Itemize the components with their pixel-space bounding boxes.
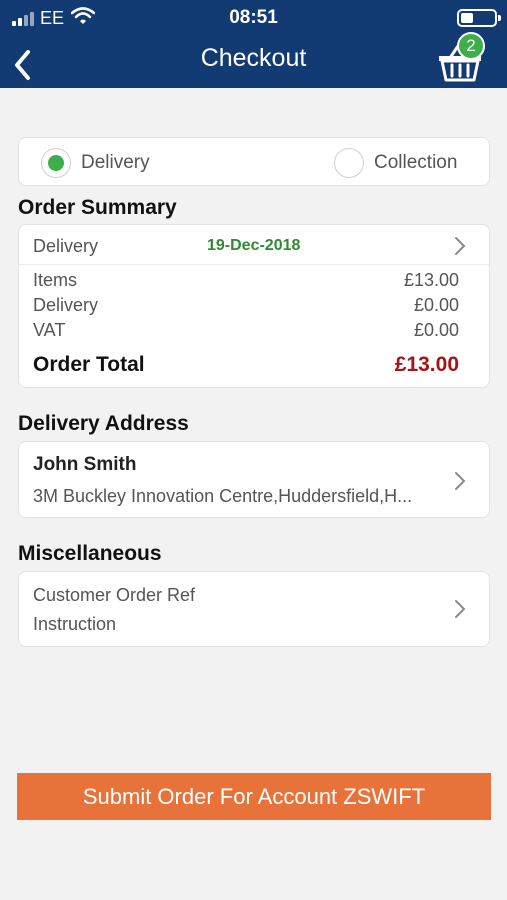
miscellaneous-heading: Miscellaneous [18,542,162,565]
delivery-radio-label[interactable]: Delivery [81,152,150,174]
delivery-date-row[interactable]: Delivery 19-Dec-2018 [19,225,489,265]
status-time: 08:51 [229,7,278,28]
fulfilment-selector: Delivery Collection [18,137,490,186]
chevron-right-icon [455,237,466,255]
order-summary-card: Delivery 19-Dec-2018 Items £13.00 Delive… [18,224,490,388]
delivery-address-card[interactable]: John Smith 3M Buckley Innovation Centre,… [18,441,490,518]
cart-count-badge: 2 [457,32,485,60]
items-label: Items [33,270,78,290]
page-title: Checkout [200,44,307,72]
submit-order-button[interactable]: Submit Order For Account ZSWIFT [17,773,491,820]
address-line: 3M Buckley Innovation Centre,Huddersfiel… [33,486,413,506]
delivery-date-value: 19-Dec-2018 [207,237,301,254]
order-summary-heading: Order Summary [18,196,177,219]
chevron-right-icon [455,472,466,490]
customer-order-ref-label: Customer Order Ref [33,585,196,605]
vat-value: £0.00 [413,320,459,340]
status-bar: EE 08:51 [0,0,507,36]
items-value: £13.00 [403,270,459,290]
instruction-label: Instruction [33,614,117,634]
navigation-bar: EE 08:51 Checkout 2 [0,0,507,88]
address-name: John Smith [33,454,137,475]
collection-radio[interactable] [334,148,364,178]
delivery-charge-value: £0.00 [413,295,459,315]
delivery-charge-label: Delivery [33,295,99,315]
delivery-radio[interactable] [41,148,71,178]
miscellaneous-card[interactable]: Customer Order Ref Instruction [18,571,490,647]
vat-label: VAT [33,320,66,340]
chevron-right-icon [455,600,466,618]
battery-icon [457,9,501,27]
delivery-address-heading: Delivery Address [18,412,189,435]
order-total-label: Order Total [33,353,145,376]
delivery-date-label: Delivery [33,236,99,256]
order-total-value: £13.00 [394,353,459,376]
collection-radio-label[interactable]: Collection [374,152,457,174]
